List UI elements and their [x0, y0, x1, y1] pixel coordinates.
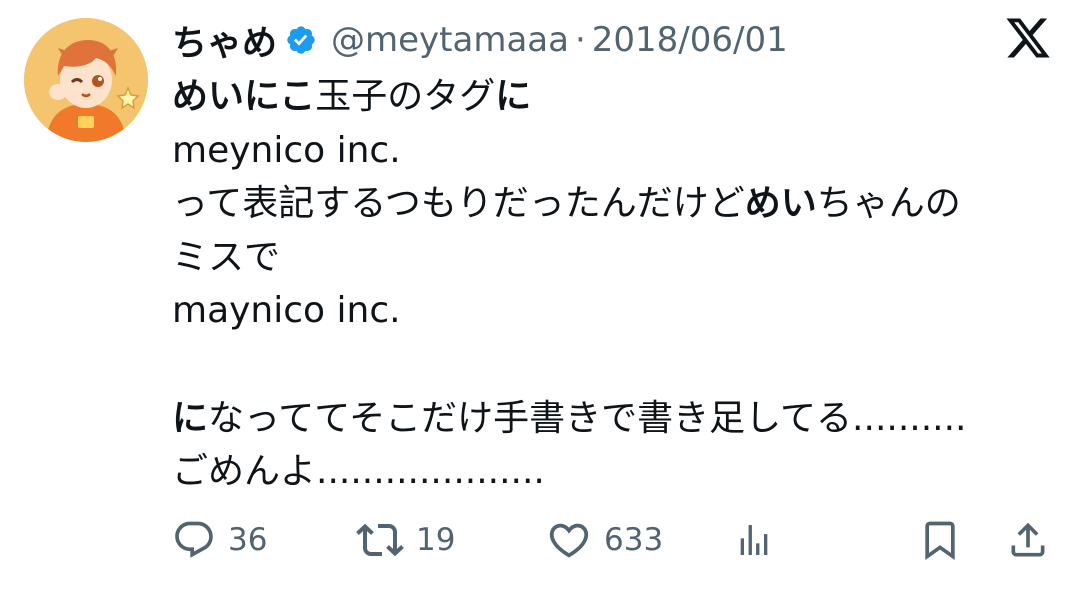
tweet-line: ミスで [172, 236, 281, 278]
display-name[interactable]: ちゃめ [172, 15, 277, 66]
tweet-line: meynico inc. [172, 129, 401, 171]
bookmark-icon [918, 518, 962, 562]
tweet-text: めいにこ玉子のタグに meynico inc. って表記するつもりだったんだけど… [172, 70, 967, 499]
tweet-text-span: って表記するつもりだったんだけど [172, 183, 745, 225]
tweet-line: めいにこ玉子のタグに [172, 70, 967, 124]
like-button[interactable]: 633 [546, 512, 663, 568]
avatar-illustration [24, 18, 148, 142]
x-logo-icon[interactable] [1004, 14, 1052, 62]
bookmark-button[interactable] [918, 512, 962, 568]
retweet-count: 19 [416, 522, 456, 558]
header-separator: · [574, 20, 586, 60]
analytics-icon [734, 520, 774, 560]
tweet-line: になっててそこだけ手書きで書き足してる.......... [172, 392, 967, 446]
reply-button[interactable]: 36 [172, 512, 267, 568]
reply-icon [172, 518, 216, 562]
tweet-header: ちゃめ @meytamaaa · 2018/06/01 [172, 14, 788, 66]
views-button[interactable] [734, 512, 774, 568]
tweet-text-bold: に [172, 397, 209, 439]
user-handle[interactable]: @meytamaaa [331, 20, 569, 60]
share-icon [1006, 518, 1050, 562]
tweet-text-span: なっててそこだけ手書きで書き足してる.......... [208, 397, 967, 439]
retweet-button[interactable]: 19 [356, 512, 455, 568]
heart-icon [546, 517, 592, 563]
avatar[interactable] [24, 18, 148, 142]
tweet-date[interactable]: 2018/06/01 [592, 20, 788, 60]
tweet-line: ごめんよ.................... [172, 451, 545, 493]
like-count: 633 [604, 522, 664, 558]
tweet-line: って表記するつもりだったんだけどめいちゃんの [172, 177, 967, 231]
tweet-text-span: 玉子のタグ [315, 76, 496, 117]
tweet-text-bold: に [495, 76, 532, 117]
tweet-text-bold: めい [744, 183, 817, 225]
action-bar: 36 19 633 [0, 512, 1080, 568]
reply-count: 36 [228, 522, 268, 558]
tweet-text-bold: めいにこ [172, 76, 316, 117]
tweet-line: maynico inc. [172, 290, 401, 332]
retweet-icon [356, 516, 404, 564]
share-button[interactable] [1006, 512, 1050, 568]
tweet-text-span: ちゃんの [816, 183, 961, 225]
verified-badge-icon [285, 24, 317, 56]
